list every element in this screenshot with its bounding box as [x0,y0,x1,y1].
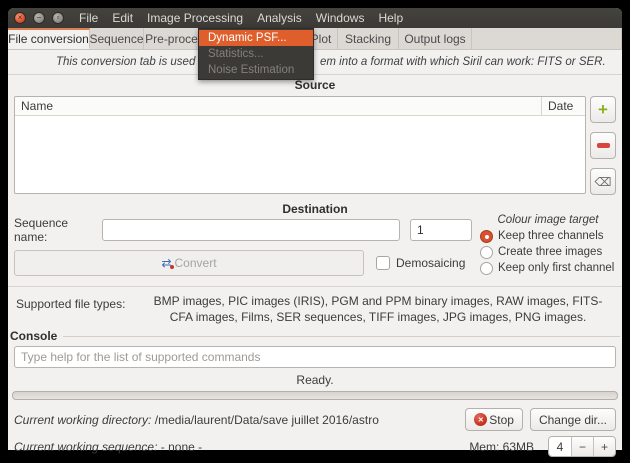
console-label: Console [10,329,57,343]
demosaicing-checkbox[interactable] [376,256,390,270]
radio-keep-only-first-channel-label: Keep only first channel [498,262,614,274]
remove-icon [597,143,610,148]
working-sequence-row: Current working sequence: - none - Mem: … [14,436,616,457]
menu-help[interactable]: Help [378,11,403,25]
change-dir-button[interactable]: Change dir... [530,408,616,431]
thread-count-spinner: 4 − + [548,436,616,457]
radio-create-three-images-label: Create three images [498,246,602,258]
tab-output-logs[interactable]: Output logs [399,28,472,49]
supported-types-value: BMP images, PIC images (IRIS), PGM and P… [142,293,614,325]
conversion-info-banner: This conversion tab is used to em into a… [8,50,622,74]
radio-keep-three-channels-label: Keep three channels [498,230,604,242]
radio-keep-only-first-channel[interactable] [480,262,493,275]
siril-window: × − ▫ File Edit Image Processing Analysi… [8,8,622,450]
menu-item-noise-estimation: Noise Estimation [199,62,313,78]
menubar: File Edit Image Processing Analysis Wind… [79,11,403,25]
convert-button[interactable]: ⇄ Convert [14,250,364,276]
colour-image-target-group: Colour image target Keep three channels … [480,214,616,276]
demosaicing-label: Demosaicing [396,256,465,270]
source-title: Source [8,75,622,94]
tab-file-conversion[interactable]: File conversion [8,28,90,49]
command-input[interactable] [14,346,616,368]
menu-item-dynamic-psf[interactable]: Dynamic PSF... [199,30,313,46]
supported-types-label: Supported file types: [16,293,134,325]
sequence-status-value: - none - [161,440,202,454]
cwd-value: /media/laurent/Data/save juillet 2016/as… [155,413,379,427]
radio-create-three-images[interactable] [480,246,493,259]
menu-image-processing[interactable]: Image Processing [147,11,243,25]
thread-decrement-button[interactable]: − [571,437,593,456]
menu-edit[interactable]: Edit [112,11,133,25]
sequence-status-label: Current working sequence: [14,440,157,454]
supported-file-types: Supported file types: BMP images, PIC im… [8,286,622,327]
maximize-icon[interactable]: ▫ [52,12,64,24]
stop-button[interactable]: ✕ Stop [465,408,523,431]
status-text: Ready. [8,373,622,387]
menu-item-statistics: Statistics... [199,46,313,62]
close-icon[interactable]: × [14,12,26,24]
thread-count-value[interactable]: 4 [549,437,571,456]
console-divider [63,336,620,337]
working-directory-row: Current working directory: /media/lauren… [14,408,616,431]
tab-strip: File conversion Sequence Pre-processing … [8,28,622,50]
progress-bar [12,391,618,400]
menu-file[interactable]: File [79,11,98,25]
remove-file-button[interactable] [590,132,616,159]
menu-windows[interactable]: Windows [316,11,365,25]
add-files-button[interactable]: + [590,96,616,123]
cwd-label: Current working directory: [14,413,151,427]
source-file-list[interactable]: Name Date [14,96,586,194]
memory-usage: Mem: 63MB [469,440,534,454]
convert-icon: ⇄ [161,256,171,270]
thread-increment-button[interactable]: + [593,437,615,456]
column-header-date[interactable]: Date [541,97,585,115]
convert-button-label: Convert [175,256,217,270]
minimize-icon[interactable]: − [33,12,45,24]
tab-sequence[interactable]: Sequence [90,28,144,49]
clear-icon: ⌫ [595,175,612,189]
clear-list-button[interactable]: ⌫ [590,168,616,195]
sequence-counter-input[interactable] [410,219,472,241]
stop-icon: ✕ [474,413,487,426]
stop-button-label: Stop [489,413,514,427]
radio-keep-three-channels[interactable] [480,230,493,243]
sequence-name-input[interactable] [102,219,400,241]
source-section: Source Name Date + ⌫ [8,74,622,195]
colour-target-label: Colour image target [480,214,616,226]
destination-section: Sequence name: ⇄ Convert Demosaicing Col… [14,218,616,276]
sequence-name-label: Sequence name: [14,216,102,244]
analysis-menu-dropdown: Dynamic PSF... Statistics... Noise Estim… [198,28,314,80]
info-text-left: This conversion tab is used to [56,56,208,68]
menu-analysis[interactable]: Analysis [257,11,302,25]
info-text-right: em into a format with which Siril can wo… [320,56,606,68]
add-icon: + [598,100,608,120]
tab-stacking[interactable]: Stacking [338,28,399,49]
titlebar: × − ▫ File Edit Image Processing Analysi… [8,8,622,28]
column-header-name[interactable]: Name [15,97,541,115]
